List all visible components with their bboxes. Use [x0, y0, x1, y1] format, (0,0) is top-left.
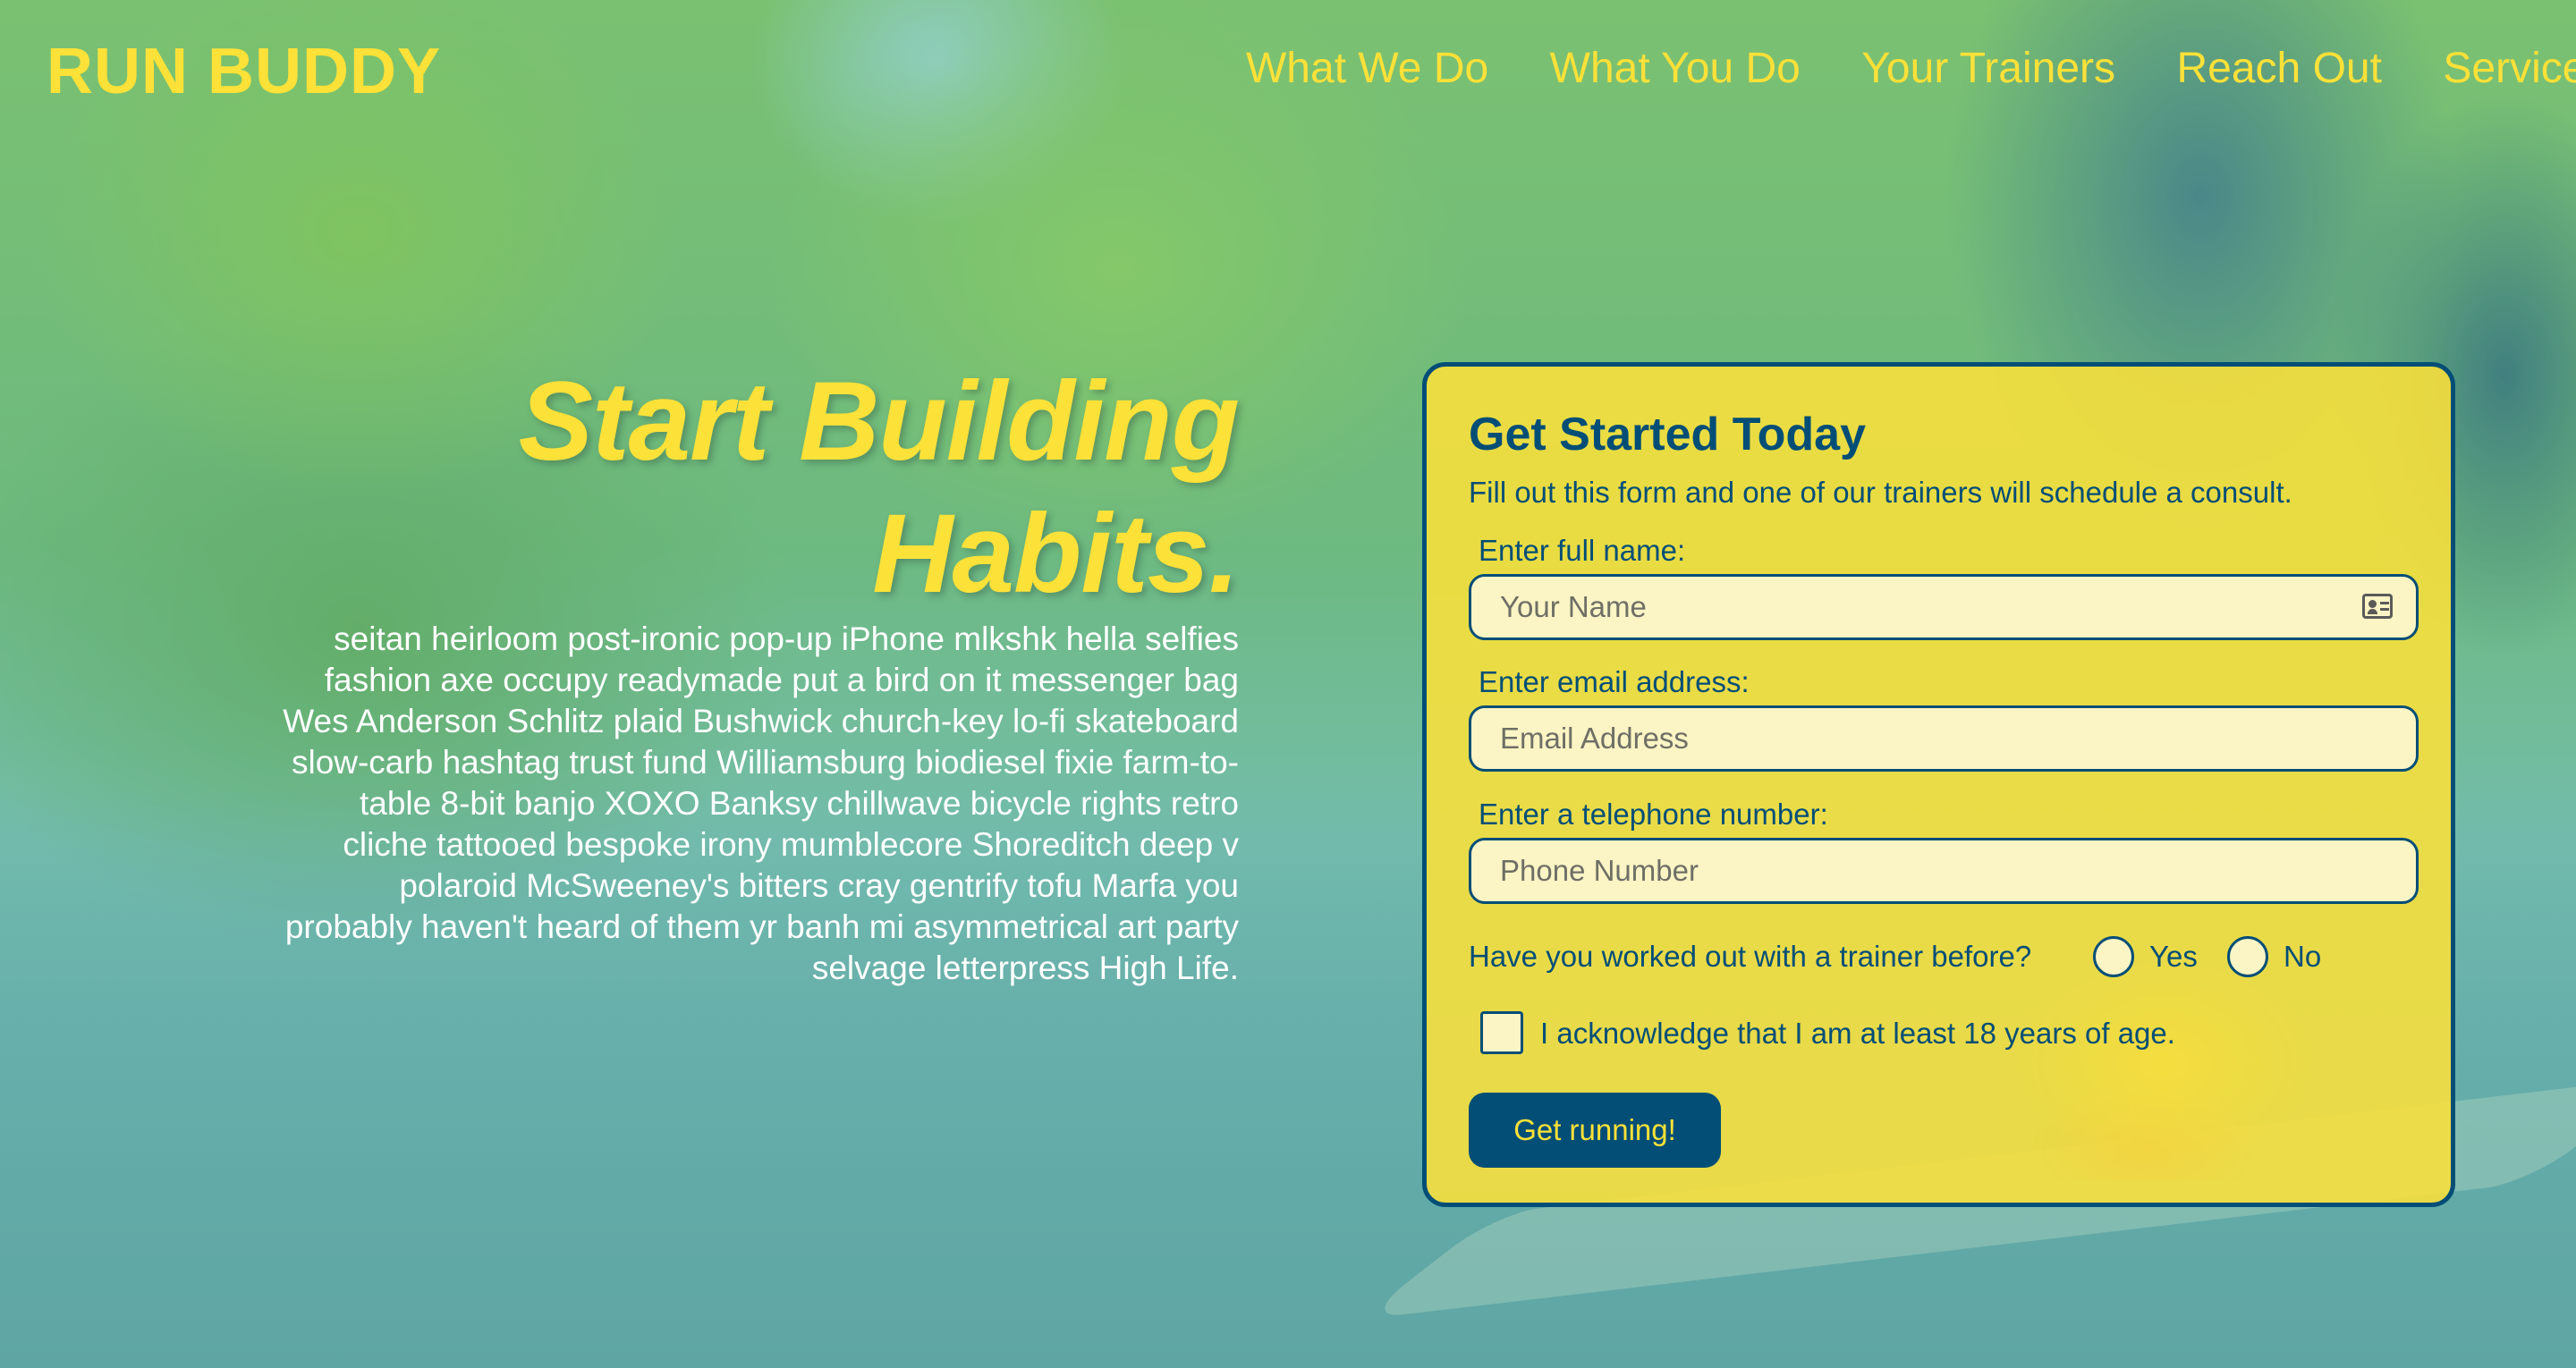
name-input[interactable] — [1469, 574, 2419, 640]
main-nav: What We Do What You Do Your Trainers Rea… — [1246, 39, 2576, 98]
contact-card-icon — [2362, 594, 2393, 619]
nav-link-services[interactable]: Services — [2443, 39, 2576, 98]
site-header: RUN BUDDY What We Do What You Do Your Tr… — [0, 0, 2576, 143]
submit-button[interactable]: Get running! — [1469, 1093, 1721, 1168]
trainer-no-radio[interactable] — [2227, 936, 2268, 977]
age-acknowledge-checkbox[interactable] — [1480, 1011, 1523, 1054]
email-input[interactable] — [1469, 705, 2419, 772]
signup-form-card: Get Started Today Fill out this form and… — [1422, 362, 2455, 1207]
age-acknowledge-label[interactable]: I acknowledge that I am at least 18 year… — [1540, 1014, 2175, 1053]
form-subtitle: Fill out this form and one of our traine… — [1469, 476, 2292, 509]
nav-link-what-you-do[interactable]: What You Do — [1550, 39, 1801, 98]
nav-link-what-we-do[interactable]: What We Do — [1246, 39, 1488, 98]
name-label: Enter full name: — [1479, 534, 1686, 567]
trainer-yes-radio[interactable] — [2093, 936, 2134, 977]
email-label: Enter email address: — [1479, 665, 1750, 698]
trainer-no-label[interactable]: No — [2284, 937, 2321, 976]
hero-title: Start Building Habits. — [518, 359, 1240, 616]
nav-link-your-trainers[interactable]: Your Trainers — [1861, 39, 2115, 98]
phone-input[interactable] — [1469, 838, 2419, 904]
nav-link-reach-out[interactable]: Reach Out — [2176, 39, 2381, 98]
form-title: Get Started Today — [1469, 409, 1867, 460]
site-logo[interactable]: RUN BUDDY — [47, 34, 441, 109]
trainer-question: Have you worked out with a trainer befor… — [1469, 940, 2032, 973]
hero-text: seitan heirloom post-ironic pop-up iPhon… — [283, 621, 1239, 986]
phone-label: Enter a telephone number: — [1479, 798, 1828, 831]
trainer-yes-label[interactable]: Yes — [2149, 937, 2198, 976]
